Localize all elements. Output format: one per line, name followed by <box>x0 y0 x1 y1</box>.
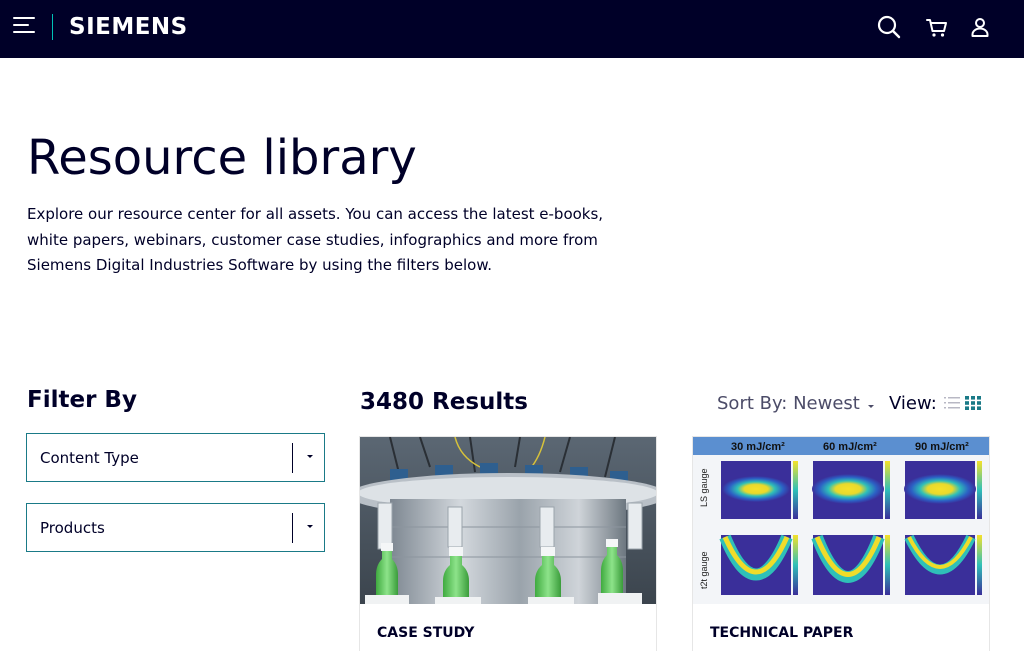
intro-text: Explore our resource center for all asse… <box>27 205 604 274</box>
card-image-bottle-filling <box>360 437 656 604</box>
siemens-logo[interactable]: SIEMENS <box>69 12 188 42</box>
products-label: Products <box>40 519 105 537</box>
top-navigation-bar: SIEMENS <box>0 0 1024 58</box>
card-content-type: TECHNICAL PAPER <box>710 625 854 641</box>
cart-icon[interactable] <box>924 14 950 40</box>
grid-view-icon[interactable] <box>965 396 981 410</box>
content-type-dropdown[interactable]: Content Type <box>26 433 325 482</box>
page-title: Resource library <box>27 130 417 186</box>
sort-dropdown[interactable]: Sort By: Newest <box>717 392 860 416</box>
user-icon[interactable] <box>967 14 993 40</box>
resource-card[interactable]: 30 mJ/cm² 60 mJ/cm² 90 mJ/cm² LS gauge t… <box>692 436 990 651</box>
search-icon[interactable] <box>876 14 902 40</box>
filter-title: Filter By <box>27 387 137 413</box>
content-type-label: Content Type <box>40 449 139 467</box>
header-divider <box>52 14 53 40</box>
dropdown-separator <box>292 443 293 473</box>
row-label: t2t gauge <box>699 551 709 589</box>
results-count: 3480 Results <box>360 389 528 415</box>
list-view-icon[interactable] <box>944 396 960 410</box>
resource-card[interactable]: CASE STUDY <box>359 436 657 651</box>
menu-icon[interactable] <box>13 17 35 35</box>
card-image-heatmap-grid: 30 mJ/cm² 60 mJ/cm² 90 mJ/cm² LS gauge t… <box>693 437 989 604</box>
products-dropdown[interactable]: Products <box>26 503 325 552</box>
chevron-down-icon <box>307 455 313 458</box>
row-label: LS gauge <box>699 468 709 507</box>
chevron-down-icon <box>307 525 313 528</box>
card-content-type: CASE STUDY <box>377 625 475 641</box>
chevron-down-icon[interactable] <box>868 405 874 408</box>
column-header: 30 mJ/cm² <box>731 441 785 453</box>
view-label: View: <box>889 393 937 414</box>
column-header: 60 mJ/cm² <box>823 441 877 453</box>
dropdown-separator <box>292 513 293 543</box>
column-header: 90 mJ/cm² <box>915 441 969 453</box>
